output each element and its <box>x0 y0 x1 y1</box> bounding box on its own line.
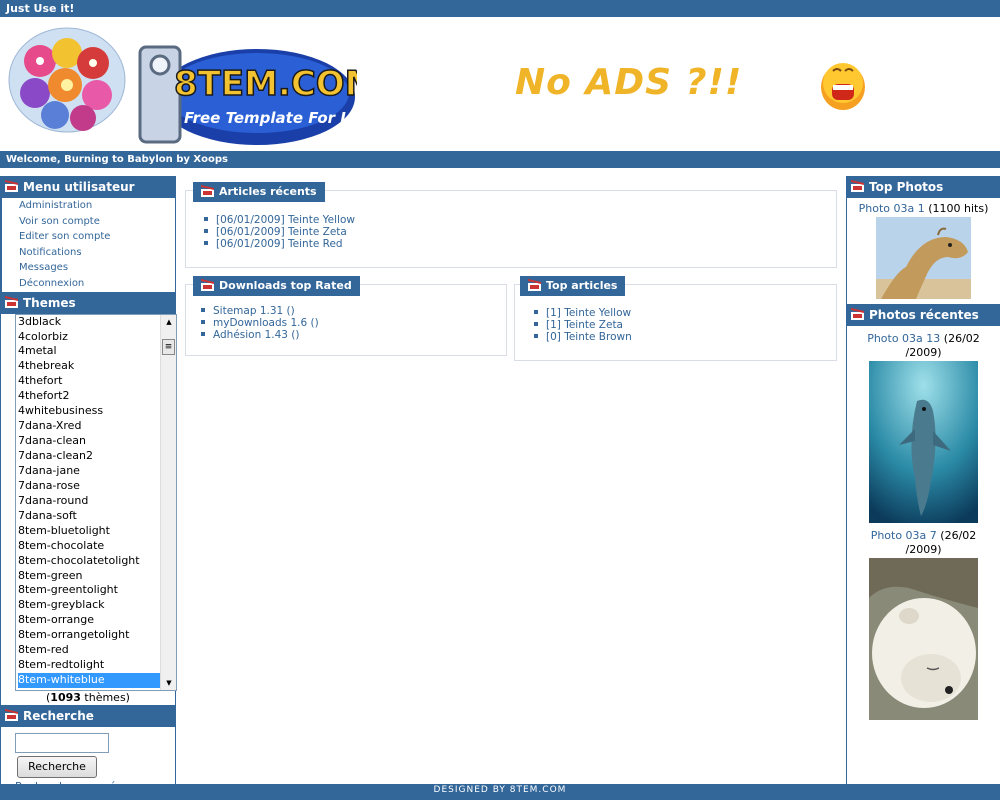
top-photos-title: Top Photos <box>847 176 1000 198</box>
user-menu-title: Menu utilisateur <box>1 176 175 198</box>
shouting-smiley-icon <box>821 63 865 110</box>
scroll-thumb[interactable]: ≡ <box>162 338 175 355</box>
user-menu-item-logout[interactable]: Déconnexion <box>19 276 175 292</box>
polar-bear-photo[interactable] <box>869 558 978 720</box>
film-clapper-icon <box>5 295 18 308</box>
recent-photo-link-2[interactable]: Photo 03a 7 <box>871 529 937 542</box>
recent-photo-caption-2: Photo 03a 7 (26/02/2009) <box>870 529 977 556</box>
scroll-up-icon[interactable]: ▲ <box>163 317 175 327</box>
themes-scrollbar[interactable]: ▲ ≡ ▼ <box>160 314 176 690</box>
theme-option[interactable]: 7dana-jane <box>18 464 176 479</box>
film-clapper-icon <box>528 279 541 291</box>
user-menu-item-messages[interactable]: Messages <box>19 260 175 276</box>
theme-option[interactable]: 7dana-rose <box>18 479 176 494</box>
user-menu-item-administration[interactable]: Administration <box>19 198 175 214</box>
article-link[interactable]: [06/01/2009] Teinte Zeta <box>204 226 355 238</box>
theme-option[interactable]: 8tem-greyblack <box>18 598 176 613</box>
theme-option[interactable]: 4metal <box>18 344 176 359</box>
themes-count: (1093 thèmes) <box>46 690 130 704</box>
user-menu-item-view-account[interactable]: Voir son compte <box>19 214 175 230</box>
recent-articles-list: [06/01/2009] Teinte Yellow [06/01/2009] … <box>204 214 355 250</box>
welcome-bar: Welcome, Burning to Babylon by Xoops <box>0 151 1000 168</box>
camel-photo[interactable] <box>876 217 971 299</box>
downloads-list: Sitemap 1.31 () myDownloads 1.6 () Adhés… <box>201 305 319 341</box>
site-slogan: Just Use it! <box>6 2 75 15</box>
theme-option[interactable]: 4colorbiz <box>18 330 176 345</box>
download-link[interactable]: Sitemap 1.31 () <box>201 305 319 317</box>
no-ads-banner: No ADS ?!! <box>515 62 743 103</box>
top-articles-title: Top articles <box>520 276 626 296</box>
recent-articles-title: Articles récents <box>193 182 325 202</box>
top-article-link[interactable]: [0] Teinte Brown <box>534 331 632 343</box>
theme-option[interactable]: 7dana-round <box>18 494 176 509</box>
user-menu-list: Administration Voir son compte Editer so… <box>1 198 175 292</box>
svg-text:Free Template For Life: Free Template For Life <box>184 109 357 127</box>
theme-option[interactable]: 4thefort2 <box>18 389 176 404</box>
right-sidebar: Top Photos Photo 03a 1 (1100 hits) Photo… <box>846 176 1000 784</box>
download-link[interactable]: myDownloads 1.6 () <box>201 317 319 329</box>
download-link[interactable]: Adhésion 1.43 () <box>201 329 319 341</box>
film-clapper-icon <box>201 279 214 291</box>
downloads-title: Downloads top Rated <box>193 276 360 296</box>
theme-option[interactable]: 8tem-green <box>18 569 176 584</box>
theme-option[interactable]: 8tem-greentolight <box>18 583 176 598</box>
theme-option[interactable]: 8tem-chocolate <box>18 539 176 554</box>
theme-option[interactable]: 7dana-soft <box>18 509 176 524</box>
themes-count-number: 1093 <box>50 690 81 704</box>
top-photo-hits: (1100 hits) <box>928 202 989 215</box>
theme-option[interactable]: 3dblack <box>18 315 176 330</box>
theme-option[interactable]: 8tem-redtolight <box>18 658 176 673</box>
welcome-text: Welcome, Burning to Babylon by Xoops <box>6 154 228 165</box>
footer-credit: DESIGNED BY 8TEM.COM <box>433 785 567 795</box>
theme-option-selected[interactable]: 8tem-whiteblue <box>18 673 176 688</box>
user-menu-item-edit-account[interactable]: Editer son compte <box>19 229 175 245</box>
themes-title-text: Themes <box>23 295 76 310</box>
8tem-logo-icon: 8TEM.COM Free Template For Life <box>138 45 357 145</box>
theme-option[interactable]: 4thebreak <box>18 359 176 374</box>
theme-option[interactable]: 8tem-chocolatetolight <box>18 554 176 569</box>
user-menu-title-text: Menu utilisateur <box>23 180 135 194</box>
left-sidebar: Menu utilisateur Administration Voir son… <box>0 176 177 793</box>
recent-photos-title: Photos récentes <box>847 304 1000 326</box>
user-menu-item-notifications[interactable]: Notifications <box>19 245 175 261</box>
theme-option[interactable]: 7dana-Xred <box>18 419 176 434</box>
theme-option[interactable]: 7dana-clean <box>18 434 176 449</box>
top-article-link[interactable]: [1] Teinte Yellow <box>534 307 632 319</box>
film-clapper-icon <box>851 308 864 320</box>
search-button[interactable]: Recherche <box>17 755 97 778</box>
top-articles-list: [1] Teinte Yellow [1] Teinte Zeta [0] Te… <box>534 307 632 343</box>
film-clapper-icon <box>201 185 214 197</box>
themes-title: Themes <box>1 291 175 314</box>
film-clapper-icon <box>851 180 864 192</box>
article-link[interactable]: [06/01/2009] Teinte Red <box>204 238 355 250</box>
top-article-link[interactable]: [1] Teinte Zeta <box>534 319 632 331</box>
theme-option[interactable]: 7dana-clean2 <box>18 449 176 464</box>
theme-option[interactable]: 4whitebusiness <box>18 404 176 419</box>
scroll-down-icon[interactable]: ▼ <box>163 678 175 688</box>
search-title-text: Recherche <box>23 708 94 723</box>
theme-option[interactable]: 8tem-red <box>18 643 176 658</box>
site-header: 8TEM.COM Free Template For Life No ADS ?… <box>0 17 1000 151</box>
site-footer: DESIGNED BY 8TEM.COM <box>0 784 1000 800</box>
theme-option[interactable]: 8tem-bluetolight <box>18 524 176 539</box>
theme-option[interactable]: 8tem-orrangetolight <box>18 628 176 643</box>
film-clapper-icon <box>5 708 18 721</box>
film-clapper-icon <box>5 180 18 192</box>
recent-photo-link-1[interactable]: Photo 03a 13 <box>867 332 940 345</box>
svg-text:8TEM.COM: 8TEM.COM <box>174 64 357 104</box>
theme-option[interactable]: 4thefort <box>18 374 176 389</box>
top-photo-caption: Photo 03a 1 (1100 hits) <box>847 202 1000 216</box>
search-input[interactable] <box>15 732 109 753</box>
flower-logo-icon <box>8 27 126 133</box>
site-slogan-bar: Just Use it! <box>0 0 1000 17</box>
theme-option[interactable]: 8tem-orrange <box>18 613 176 628</box>
themes-listbox[interactable]: 3dblack 4colorbiz 4metal 4thebreak 4thef… <box>15 313 177 691</box>
themes-list: 3dblack 4colorbiz 4metal 4thebreak 4thef… <box>16 315 176 688</box>
top-photo-link[interactable]: Photo 03a 1 <box>859 202 925 215</box>
dolphin-photo[interactable] <box>869 361 978 523</box>
search-title: Recherche <box>1 704 175 727</box>
recent-photo-caption-1: Photo 03a 13 (26/02/2009) <box>867 332 980 359</box>
article-link[interactable]: [06/01/2009] Teinte Yellow <box>204 214 355 226</box>
